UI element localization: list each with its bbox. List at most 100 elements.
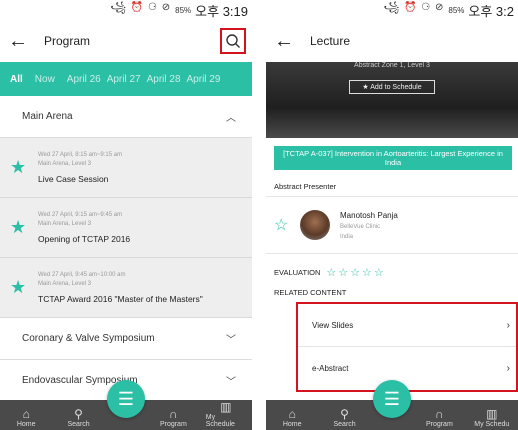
lecture-location: Abstract Zone 1, Level 3 bbox=[354, 62, 430, 69]
presenter-org: BelleVue Clinic bbox=[340, 223, 381, 230]
presenter-country: India bbox=[340, 233, 354, 240]
date-tabs: All Now April 26 April 27 April 28 April… bbox=[0, 62, 252, 96]
tab-my-schedule[interactable]: ▥ My Schedu bbox=[472, 407, 512, 428]
home-icon: ⌂ bbox=[288, 407, 296, 421]
page-title: Program bbox=[44, 34, 91, 48]
star-icon[interactable]: ★ bbox=[10, 157, 32, 178]
app-header: ← Program bbox=[0, 20, 252, 62]
tab-april-26[interactable]: April 26 bbox=[67, 74, 107, 85]
home-icon: ⌂ bbox=[22, 407, 30, 421]
tab-search[interactable]: ⚲ Search bbox=[59, 407, 99, 428]
tab-april-29[interactable]: April 29 bbox=[187, 74, 227, 85]
search-icon bbox=[226, 34, 240, 48]
star-icon[interactable]: ★ bbox=[10, 217, 32, 238]
chevron-down-icon: ﹀ bbox=[226, 377, 236, 388]
chevron-right-icon: › bbox=[506, 363, 510, 374]
section-coronary[interactable]: Coronary & Valve Symposium ﹀ bbox=[0, 318, 252, 360]
menu-fab-button[interactable]: ☰ bbox=[107, 380, 145, 418]
tab-my-schedule[interactable]: ▥ My Schedule bbox=[206, 400, 246, 428]
menu-icon: ☰ bbox=[117, 388, 135, 409]
clock: 오후 3:19 bbox=[195, 3, 248, 19]
tab-label: My Schedule bbox=[205, 414, 235, 428]
tab-label: My Schedu bbox=[474, 421, 510, 428]
section-title: Main Arena bbox=[22, 111, 73, 122]
headphones-icon: ∩ bbox=[169, 407, 178, 421]
book-icon: ▥ bbox=[220, 400, 232, 414]
page-title: Lecture bbox=[310, 34, 351, 48]
session-time: Wed 27 April, 9:15 am~9:45 am bbox=[38, 212, 123, 218]
search-button[interactable] bbox=[220, 28, 246, 54]
back-arrow-icon[interactable]: ← bbox=[8, 30, 38, 53]
avatar bbox=[300, 210, 330, 240]
rating-star-icon[interactable]: ☆ bbox=[362, 266, 372, 279]
section-title: Coronary & Valve Symposium bbox=[22, 333, 155, 344]
program-list: Main Arena ︿ ★ Wed 27 April, 8:15 am~9:1… bbox=[0, 96, 252, 400]
e-abstract-item[interactable]: e-Abstract › bbox=[298, 347, 516, 390]
book-icon: ▥ bbox=[486, 407, 498, 421]
status-icons: ꧁ ⏰ ⚆ ⊘ bbox=[110, 2, 172, 13]
search-icon: ⚲ bbox=[340, 407, 349, 421]
tab-label: Home bbox=[282, 421, 302, 428]
session-time: Wed 27 April, 9:45 am~10:00 am bbox=[38, 272, 126, 278]
rating-star-icon[interactable]: ☆ bbox=[338, 266, 348, 279]
tab-april-27[interactable]: April 27 bbox=[107, 74, 147, 85]
headphones-icon: ∩ bbox=[435, 407, 444, 421]
item-label: View Slides bbox=[312, 320, 354, 330]
back-arrow-icon[interactable]: ← bbox=[274, 30, 304, 53]
rating-star-icon[interactable]: ☆ bbox=[326, 266, 336, 279]
tab-home[interactable]: ⌂ Home bbox=[272, 407, 312, 428]
tab-all[interactable]: All bbox=[10, 74, 35, 85]
session-time: Wed 27 April, 8:15 am~9:15 am bbox=[38, 152, 123, 158]
abstract-title: [TCTAP A-037] Intervention in Aortoarter… bbox=[274, 146, 512, 170]
chevron-down-icon: ﹀ bbox=[226, 335, 236, 346]
tab-home[interactable]: ⌂ Home bbox=[6, 407, 46, 428]
view-slides-item[interactable]: View Slides › bbox=[298, 304, 516, 347]
chevron-up-icon: ︿ bbox=[226, 113, 236, 124]
session-title: Opening of TCTAP 2016 bbox=[38, 234, 131, 244]
rating-star-icon[interactable]: ☆ bbox=[350, 266, 360, 279]
related-content-list: View Slides › e-Abstract › bbox=[296, 302, 518, 392]
menu-fab-button[interactable]: ☰ bbox=[373, 380, 411, 418]
presenter-name: Manotosh Panja bbox=[340, 210, 398, 220]
tab-label: Program bbox=[159, 421, 187, 428]
add-to-schedule-button[interactable]: ★ Add to Schedule bbox=[349, 80, 435, 94]
section-main-arena[interactable]: Main Arena ︿ bbox=[0, 96, 252, 138]
battery-level: 85% bbox=[175, 5, 192, 15]
related-label: RELATED CONTENT bbox=[274, 288, 347, 297]
presenter-card[interactable]: ☆ Manotosh Panja BelleVue Clinic India bbox=[266, 196, 518, 254]
tab-search[interactable]: ⚲ Search bbox=[325, 407, 365, 428]
evaluation-row: EVALUATION ☆ ☆ ☆ ☆ ☆ bbox=[274, 266, 386, 279]
program-screen: ꧁ ⏰ ⚆ ⊘ 85% 오후 3:19 ← Program All Now Ap… bbox=[0, 0, 252, 430]
session-title: Live Case Session bbox=[38, 174, 109, 184]
search-icon: ⚲ bbox=[74, 407, 83, 421]
tab-label: Program bbox=[425, 421, 453, 428]
presenter-label: Abstract Presenter bbox=[274, 182, 337, 191]
list-item[interactable]: ★ Wed 27 April, 9:45 am~10:00 am Main Ar… bbox=[0, 258, 252, 318]
status-bar: ꧁ ⏰ ⚆ ⊘ 85% 오후 3:2 bbox=[266, 0, 518, 20]
chevron-right-icon: › bbox=[506, 319, 510, 331]
tab-label: Search bbox=[333, 421, 356, 428]
rating-star-icon[interactable]: ☆ bbox=[374, 266, 384, 279]
session-location: Main Arena, Level 3 bbox=[38, 161, 92, 167]
tab-program[interactable]: ∩ Program bbox=[419, 407, 459, 428]
lecture-banner: Abstract Zone 1, Level 3 ★ Add to Schedu… bbox=[266, 62, 518, 138]
clock: 오후 3:2 bbox=[468, 3, 514, 19]
evaluation-label: EVALUATION bbox=[274, 268, 321, 277]
tab-april-28[interactable]: April 28 bbox=[147, 74, 187, 85]
item-label: e-Abstract bbox=[312, 364, 349, 373]
battery-level: 85% bbox=[448, 5, 465, 15]
session-title: TCTAP Award 2016 "Master of the Masters" bbox=[38, 294, 203, 304]
lecture-screen: ꧁ ⏰ ⚆ ⊘ 85% 오후 3:2 ← Lecture Abstract Zo… bbox=[266, 0, 518, 430]
session-location: Main Arena, Level 3 bbox=[38, 281, 92, 287]
tab-program[interactable]: ∩ Program bbox=[153, 407, 193, 428]
list-item[interactable]: ★ Wed 27 April, 8:15 am~9:15 am Main Are… bbox=[0, 138, 252, 198]
menu-icon: ☰ bbox=[383, 388, 401, 409]
status-icons: ꧁ ⏰ ⚆ ⊘ bbox=[383, 2, 445, 13]
star-icon[interactable]: ★ bbox=[10, 277, 32, 298]
star-outline-icon[interactable]: ☆ bbox=[274, 215, 296, 235]
app-header: ← Lecture bbox=[266, 20, 518, 62]
tab-now[interactable]: Now bbox=[35, 74, 67, 85]
list-item[interactable]: ★ Wed 27 April, 9:15 am~9:45 am Main Are… bbox=[0, 198, 252, 258]
status-bar: ꧁ ⏰ ⚆ ⊘ 85% 오후 3:19 bbox=[0, 0, 252, 20]
tab-label: Search bbox=[67, 421, 90, 428]
